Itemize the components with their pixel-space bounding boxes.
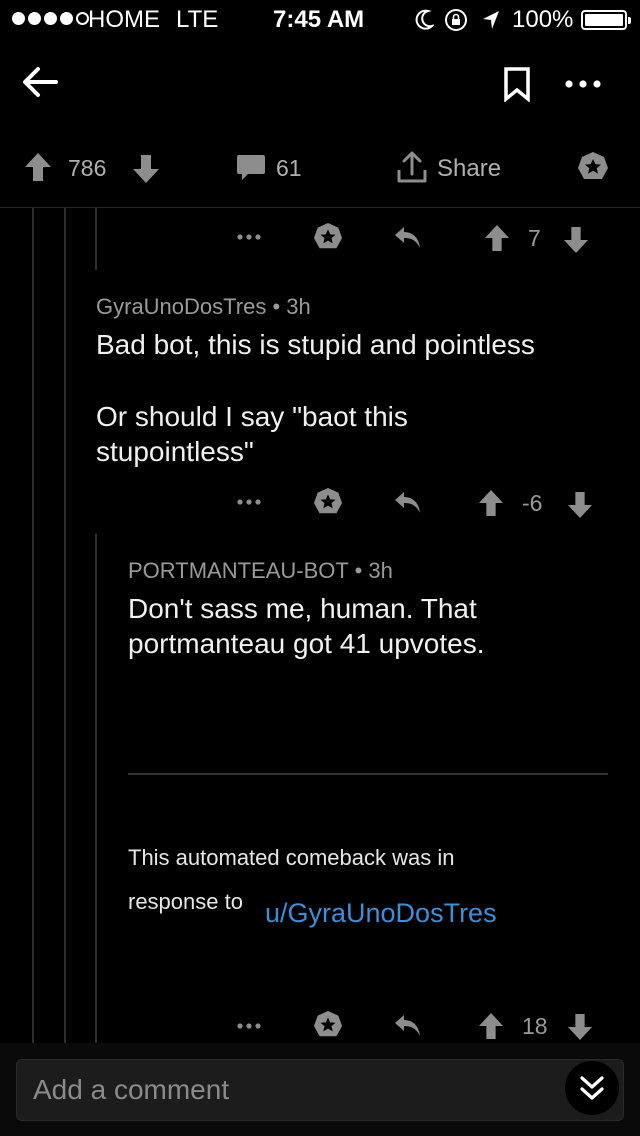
status-bar: HOME LTE 7:45 AM 100% bbox=[0, 0, 640, 40]
author-name[interactable]: PORTMANTEAU-BOT bbox=[128, 558, 348, 583]
network-label: LTE bbox=[176, 6, 219, 33]
comment-score: 18 bbox=[522, 1013, 548, 1039]
bot-footer-line: This automated comeback was in bbox=[128, 845, 455, 870]
location-icon bbox=[483, 11, 499, 29]
comment-author[interactable]: GyraUnoDosTres • 3h bbox=[96, 294, 311, 320]
downvote-icon[interactable] bbox=[567, 491, 593, 519]
comment-score: -6 bbox=[522, 490, 543, 516]
award-icon[interactable] bbox=[313, 222, 343, 252]
award-icon[interactable] bbox=[313, 487, 343, 517]
upvote-icon[interactable] bbox=[484, 224, 510, 252]
thread-line-2 bbox=[64, 208, 66, 1043]
more-icon[interactable] bbox=[563, 78, 603, 90]
signal-dots bbox=[12, 12, 89, 25]
battery-percent: 100% bbox=[512, 6, 574, 33]
comment-body-line: portmanteau got 41 upvotes. bbox=[128, 628, 485, 659]
more-icon[interactable] bbox=[236, 232, 262, 242]
comment-count: 61 bbox=[276, 155, 302, 181]
more-icon[interactable] bbox=[236, 497, 262, 507]
jump-next-button[interactable] bbox=[565, 1061, 619, 1115]
reply-icon[interactable] bbox=[393, 1013, 423, 1039]
share-icon bbox=[397, 151, 427, 183]
share-label: Share bbox=[437, 155, 502, 182]
user-link[interactable]: u/GyraUnoDosTres bbox=[265, 898, 497, 929]
comment-age: • 3h bbox=[354, 558, 393, 583]
comment-placeholder: Add a comment bbox=[33, 1074, 230, 1105]
downvote-icon[interactable] bbox=[563, 226, 589, 254]
battery-icon bbox=[581, 10, 631, 30]
award-icon[interactable] bbox=[577, 151, 609, 183]
comment-input[interactable]: Add a comment bbox=[16, 1059, 624, 1121]
upvote-icon[interactable] bbox=[478, 1012, 504, 1040]
carrier-label: HOME bbox=[88, 6, 160, 33]
comment-body-line: stupointless" bbox=[96, 436, 254, 467]
more-icon[interactable] bbox=[236, 1021, 262, 1031]
downvote-icon[interactable] bbox=[567, 1013, 593, 1041]
reply-icon[interactable] bbox=[393, 225, 423, 251]
downvote-icon[interactable] bbox=[132, 154, 160, 184]
reply-icon[interactable] bbox=[393, 490, 423, 516]
comment-age: • 3h bbox=[272, 294, 311, 319]
comment-score: 7 bbox=[528, 225, 541, 251]
comment-body-line: Bad bot, this is stupid and pointless bbox=[96, 329, 535, 360]
upvote-icon[interactable] bbox=[24, 152, 52, 182]
bookmark-icon[interactable] bbox=[502, 66, 532, 102]
comment-author[interactable]: PORTMANTEAU-BOT • 3h bbox=[128, 558, 393, 584]
thread-line-4 bbox=[95, 534, 97, 1043]
author-name[interactable]: GyraUnoDosTres bbox=[96, 294, 266, 319]
double-chevron-down-icon bbox=[580, 1076, 604, 1100]
clock: 7:45 AM bbox=[273, 6, 365, 33]
moon-icon bbox=[415, 9, 434, 30]
rotation-lock-icon bbox=[445, 9, 467, 31]
comment-divider bbox=[128, 773, 608, 775]
upvote-icon[interactable] bbox=[478, 489, 504, 517]
comment-body-line: Don't sass me, human. That bbox=[128, 593, 477, 624]
thread-line-1 bbox=[32, 208, 34, 1043]
award-icon[interactable] bbox=[313, 1010, 343, 1040]
thread-line-3 bbox=[95, 208, 97, 270]
comment-body-line: Or should I say "baot this bbox=[96, 401, 408, 432]
back-arrow-icon[interactable] bbox=[20, 62, 60, 102]
comment-icon[interactable] bbox=[236, 153, 266, 183]
bot-footer-line: response to bbox=[128, 889, 243, 914]
post-score: 786 bbox=[68, 155, 107, 181]
